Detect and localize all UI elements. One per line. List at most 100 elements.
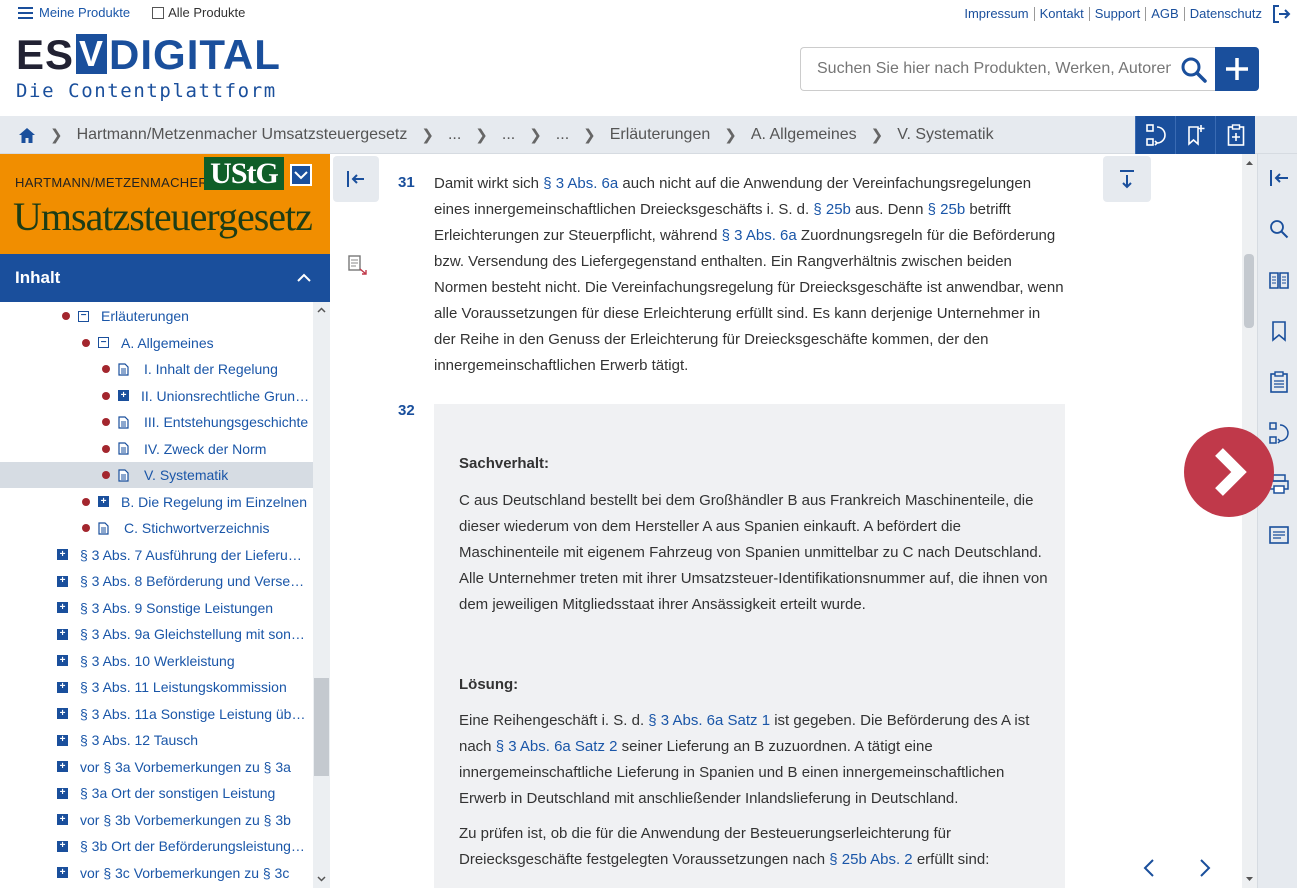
notes-icon[interactable] <box>1268 524 1290 546</box>
expand-icon[interactable]: + <box>57 602 68 613</box>
breadcrumb-item[interactable]: ... <box>502 126 515 144</box>
document-scrollbar[interactable] <box>1242 154 1257 888</box>
toc-item[interactable]: + II. Unionsrechtliche Grun… <box>0 383 313 409</box>
scroll-down-icon[interactable] <box>317 874 326 883</box>
previous-page-icon[interactable] <box>1141 856 1157 880</box>
toc-item[interactable]: + § 3b Ort der Beförderungsleistung… <box>0 833 313 859</box>
all-products-label[interactable]: Alle Produkte <box>168 5 245 20</box>
law-reference-link[interactable]: § 25b Abs. 2 <box>829 851 912 868</box>
search-input[interactable] <box>801 60 1171 78</box>
history-button[interactable] <box>1135 116 1175 154</box>
menu-icon[interactable] <box>18 6 33 19</box>
read-indicator-dot <box>82 524 90 532</box>
next-document-button[interactable] <box>1184 427 1274 517</box>
expand-icon[interactable]: + <box>57 681 68 693</box>
book-banner[interactable]: HARTMANN/METZENMACHER UStG Umsatzsteuerg… <box>0 154 330 254</box>
toc-item-selected[interactable]: V. Systematik <box>0 462 313 488</box>
book-icon[interactable] <box>1268 269 1290 291</box>
my-products-link[interactable]: Meine Produkte <box>39 5 130 20</box>
toc-item[interactable]: + vor § 3c Vorbemerkungen zu § 3c <box>0 860 313 886</box>
expand-icon[interactable]: + <box>57 575 68 587</box>
collapse-toc-button[interactable] <box>333 156 379 202</box>
add-button[interactable] <box>1215 47 1259 91</box>
toc-item[interactable]: IV. Zweck der Norm <box>0 436 313 462</box>
toc-item[interactable]: C. Stichwortverzeichnis <box>0 515 313 541</box>
chevron-up-icon[interactable] <box>296 270 312 286</box>
search-icon[interactable] <box>1268 218 1290 240</box>
expand-icon[interactable]: + <box>118 390 129 401</box>
jump-to-end-button[interactable] <box>1103 156 1151 202</box>
toc-item[interactable]: + § 3 Abs. 7 Ausführung der Lieferu… <box>0 542 313 568</box>
toc-item[interactable]: + § 3 Abs. 10 Werkleistung <box>0 648 313 674</box>
expand-icon[interactable]: + <box>57 761 68 772</box>
home-icon[interactable] <box>18 127 36 144</box>
expand-icon[interactable]: + <box>57 549 68 560</box>
agb-link[interactable]: AGB <box>1146 7 1185 21</box>
datenschutz-link[interactable]: Datenschutz <box>1185 7 1267 21</box>
law-reference-link[interactable]: § 3 Abs. 6a <box>543 175 618 192</box>
logout-icon[interactable] <box>1271 4 1291 24</box>
toc-item[interactable]: + § 3 Abs. 11 Leistungskommission <box>0 674 313 700</box>
book-title: Umsatzsteuergesetz <box>13 194 313 239</box>
history-icon[interactable] <box>1268 422 1290 444</box>
toc-item[interactable]: + § 3 Abs. 8 Beförderung und Verse… <box>0 568 313 594</box>
breadcrumb-item[interactable]: A. Allgemeines <box>751 126 857 144</box>
toc-scroll-thumb[interactable] <box>314 678 329 776</box>
toc-item[interactable]: I. Inhalt der Regelung <box>0 356 313 382</box>
margin-number[interactable]: 31 <box>398 174 415 191</box>
toc-header[interactable]: Inhalt <box>0 254 330 302</box>
law-reference-link[interactable]: § 25b <box>813 201 851 218</box>
breadcrumb-item[interactable]: Erläuterungen <box>610 126 711 144</box>
impressum-link[interactable]: Impressum <box>959 7 1035 21</box>
toc-item[interactable]: + vor § 3a Vorbemerkungen zu § 3a <box>0 754 313 780</box>
toc-item[interactable]: + § 3 Abs. 12 Tausch <box>0 727 313 753</box>
search-icon[interactable] <box>1180 56 1208 84</box>
law-reference-link[interactable]: § 3 Abs. 6a Satz 2 <box>496 738 618 755</box>
toc-scrollbar[interactable] <box>313 302 330 888</box>
law-reference-link[interactable]: § 25b <box>928 201 966 218</box>
bookmark-add-button[interactable] <box>1175 116 1215 154</box>
toc-item[interactable]: + § 3 Abs. 9 Sonstige Leistungen <box>0 595 313 621</box>
toc-item[interactable]: + vor § 3b Vorbemerkungen zu § 3b <box>0 807 313 833</box>
support-link[interactable]: Support <box>1090 7 1147 21</box>
toc-item[interactable]: − Erläuterungen <box>0 303 313 329</box>
toc-item[interactable]: III. Entstehungsgeschichte <box>0 409 313 435</box>
collapse-right-icon[interactable] <box>1268 167 1290 189</box>
toc-item[interactable]: + § 3 Abs. 9a Gleichstellung mit son… <box>0 621 313 647</box>
scroll-up-icon[interactable] <box>317 306 326 315</box>
expand-icon[interactable]: + <box>57 708 68 719</box>
copy-export-icon[interactable] <box>347 254 369 276</box>
collapse-icon[interactable]: − <box>78 310 89 322</box>
breadcrumb-item[interactable]: Hartmann/Metzenmacher Umsatzsteuergesetz <box>77 126 408 144</box>
scroll-down-icon[interactable] <box>1245 875 1254 884</box>
scroll-up-icon[interactable] <box>1245 158 1254 167</box>
clipboard-icon[interactable] <box>1268 371 1290 393</box>
all-products-checkbox[interactable] <box>152 6 165 19</box>
law-reference-link[interactable]: § 3 Abs. 6a <box>722 227 797 244</box>
expand-icon[interactable]: + <box>57 734 68 746</box>
document-scroll-thumb[interactable] <box>1244 254 1254 328</box>
bookmark-icon[interactable] <box>1268 320 1290 342</box>
collapse-icon[interactable]: − <box>98 337 109 348</box>
clipboard-add-button[interactable] <box>1215 116 1255 154</box>
toc-item[interactable]: + § 3 Abs. 11a Sonstige Leistung üb… <box>0 701 313 727</box>
breadcrumb-item[interactable]: ... <box>448 126 461 144</box>
expand-icon[interactable]: + <box>57 867 68 878</box>
toc-item[interactable]: + § 3a Ort der sonstigen Leistung <box>0 780 313 806</box>
book-dropdown-button[interactable] <box>290 164 312 186</box>
breadcrumb-item[interactable]: ... <box>556 126 569 144</box>
next-page-icon[interactable] <box>1197 856 1213 880</box>
kontakt-link[interactable]: Kontakt <box>1035 7 1090 21</box>
read-indicator-dot <box>102 471 110 479</box>
toc-item[interactable]: + B. Die Regelung im Einzelnen <box>0 489 313 515</box>
expand-icon[interactable]: + <box>57 814 68 825</box>
toc-item[interactable]: − A. Allgemeines <box>0 330 313 356</box>
esv-digital-logo[interactable]: ES V DIGITAL Die Contentplattform <box>16 33 281 103</box>
expand-icon[interactable]: + <box>57 787 68 799</box>
expand-icon[interactable]: + <box>57 655 68 666</box>
law-reference-link[interactable]: § 3 Abs. 6a Satz 1 <box>648 712 770 729</box>
margin-number[interactable]: 32 <box>398 402 415 419</box>
expand-icon[interactable]: + <box>57 840 68 852</box>
expand-icon[interactable]: + <box>57 628 68 640</box>
expand-icon[interactable]: + <box>98 496 109 507</box>
